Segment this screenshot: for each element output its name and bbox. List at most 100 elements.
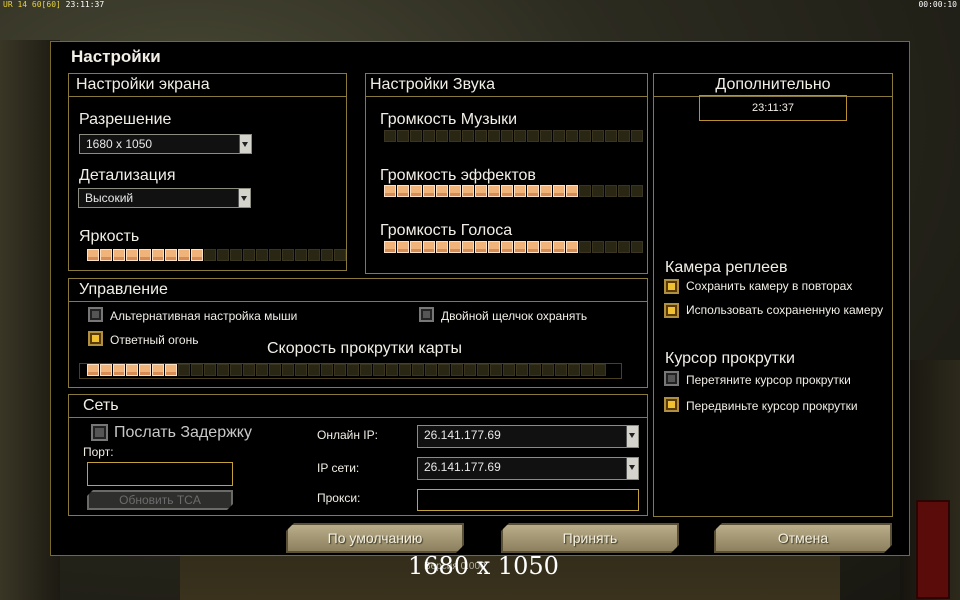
slider-segment[interactable] (566, 130, 578, 142)
slider-segment[interactable] (410, 241, 422, 253)
slider-segment[interactable] (436, 241, 448, 253)
slider-segment[interactable] (412, 364, 424, 376)
slider-segment[interactable] (384, 241, 396, 253)
default-button[interactable]: По умолчанию (286, 523, 464, 553)
use-saved-camera-checkbox[interactable] (664, 303, 679, 318)
cancel-button[interactable]: Отмена (714, 523, 892, 553)
refresh-tca-button[interactable]: Обновить TCA (87, 490, 233, 510)
slider-segment[interactable] (449, 130, 461, 142)
slider-segment[interactable] (217, 364, 229, 376)
slider-segment[interactable] (527, 241, 539, 253)
slider-segment[interactable] (451, 364, 463, 376)
slider-segment[interactable] (592, 241, 604, 253)
slider-segment[interactable] (397, 241, 409, 253)
slider-segment[interactable] (410, 130, 422, 142)
slider-segment[interactable] (308, 364, 320, 376)
return-fire-checkbox[interactable] (88, 331, 103, 346)
slider-segment[interactable] (516, 364, 528, 376)
slider-segment[interactable] (618, 130, 630, 142)
double-click-guard-checkbox[interactable] (419, 307, 434, 322)
slider-segment[interactable] (126, 364, 138, 376)
slider-segment[interactable] (152, 249, 164, 261)
slider-segment[interactable] (592, 185, 604, 197)
slider-segment[interactable] (475, 241, 487, 253)
slider-segment[interactable] (618, 241, 630, 253)
online-ip-select[interactable]: 26.141.177.69 (417, 425, 639, 448)
slider-segment[interactable] (540, 185, 552, 197)
slider-segment[interactable] (503, 364, 515, 376)
slider-segment[interactable] (631, 130, 643, 142)
slider-segment[interactable] (230, 249, 242, 261)
slider-segment[interactable] (553, 130, 565, 142)
slider-segment[interactable] (347, 364, 359, 376)
slider-segment[interactable] (462, 130, 474, 142)
slider-segment[interactable] (449, 241, 461, 253)
slider-segment[interactable] (605, 185, 617, 197)
slider-segment[interactable] (555, 364, 567, 376)
slider-segment[interactable] (579, 130, 591, 142)
slider-segment[interactable] (438, 364, 450, 376)
slider-segment[interactable] (475, 185, 487, 197)
slider-segment[interactable] (514, 241, 526, 253)
slider-segment[interactable] (592, 130, 604, 142)
chevron-down-icon[interactable] (239, 135, 251, 153)
slider-segment[interactable] (631, 241, 643, 253)
slider-segment[interactable] (321, 364, 333, 376)
slider-segment[interactable] (191, 364, 203, 376)
slider-segment[interactable] (139, 364, 151, 376)
slider-segment[interactable] (631, 185, 643, 197)
slider-segment[interactable] (436, 185, 448, 197)
music-volume-slider[interactable] (384, 130, 643, 144)
slider-segment[interactable] (256, 364, 268, 376)
slider-segment[interactable] (566, 185, 578, 197)
brightness-slider[interactable] (87, 249, 346, 263)
slider-segment[interactable] (178, 364, 190, 376)
chevron-down-icon[interactable] (626, 426, 638, 447)
send-delay-checkbox[interactable] (91, 424, 108, 441)
slider-segment[interactable] (269, 249, 281, 261)
slider-segment[interactable] (488, 185, 500, 197)
slider-segment[interactable] (425, 364, 437, 376)
voice-volume-slider[interactable] (384, 241, 643, 255)
drag-cursor-checkbox[interactable] (664, 371, 679, 386)
slider-segment[interactable] (397, 185, 409, 197)
slider-segment[interactable] (165, 364, 177, 376)
slider-segment[interactable] (618, 185, 630, 197)
slider-segment[interactable] (501, 185, 513, 197)
slider-segment[interactable] (204, 364, 216, 376)
slider-segment[interactable] (87, 364, 99, 376)
slider-segment[interactable] (436, 130, 448, 142)
port-input[interactable] (87, 462, 233, 486)
slider-segment[interactable] (529, 364, 541, 376)
slider-segment[interactable] (113, 249, 125, 261)
slider-segment[interactable] (384, 185, 396, 197)
slider-segment[interactable] (397, 130, 409, 142)
slider-segment[interactable] (488, 130, 500, 142)
slider-segment[interactable] (152, 364, 164, 376)
proxy-input[interactable] (417, 489, 639, 511)
move-cursor-checkbox[interactable] (664, 397, 679, 412)
slider-segment[interactable] (566, 241, 578, 253)
slider-segment[interactable] (605, 241, 617, 253)
slider-segment[interactable] (87, 249, 99, 261)
slider-segment[interactable] (230, 364, 242, 376)
slider-segment[interactable] (360, 364, 372, 376)
slider-segment[interactable] (568, 364, 580, 376)
slider-segment[interactable] (191, 249, 203, 261)
slider-segment[interactable] (553, 185, 565, 197)
slider-segment[interactable] (475, 130, 487, 142)
slider-segment[interactable] (410, 185, 422, 197)
slider-segment[interactable] (256, 249, 268, 261)
slider-segment[interactable] (501, 241, 513, 253)
slider-segment[interactable] (384, 130, 396, 142)
slider-segment[interactable] (282, 249, 294, 261)
slider-segment[interactable] (553, 241, 565, 253)
slider-segment[interactable] (464, 364, 476, 376)
slider-segment[interactable] (540, 130, 552, 142)
scroll-speed-slider[interactable] (87, 364, 606, 378)
slider-segment[interactable] (373, 364, 385, 376)
detail-select[interactable]: Высокий (78, 188, 251, 208)
slider-segment[interactable] (204, 249, 216, 261)
slider-segment[interactable] (449, 185, 461, 197)
slider-segment[interactable] (100, 249, 112, 261)
